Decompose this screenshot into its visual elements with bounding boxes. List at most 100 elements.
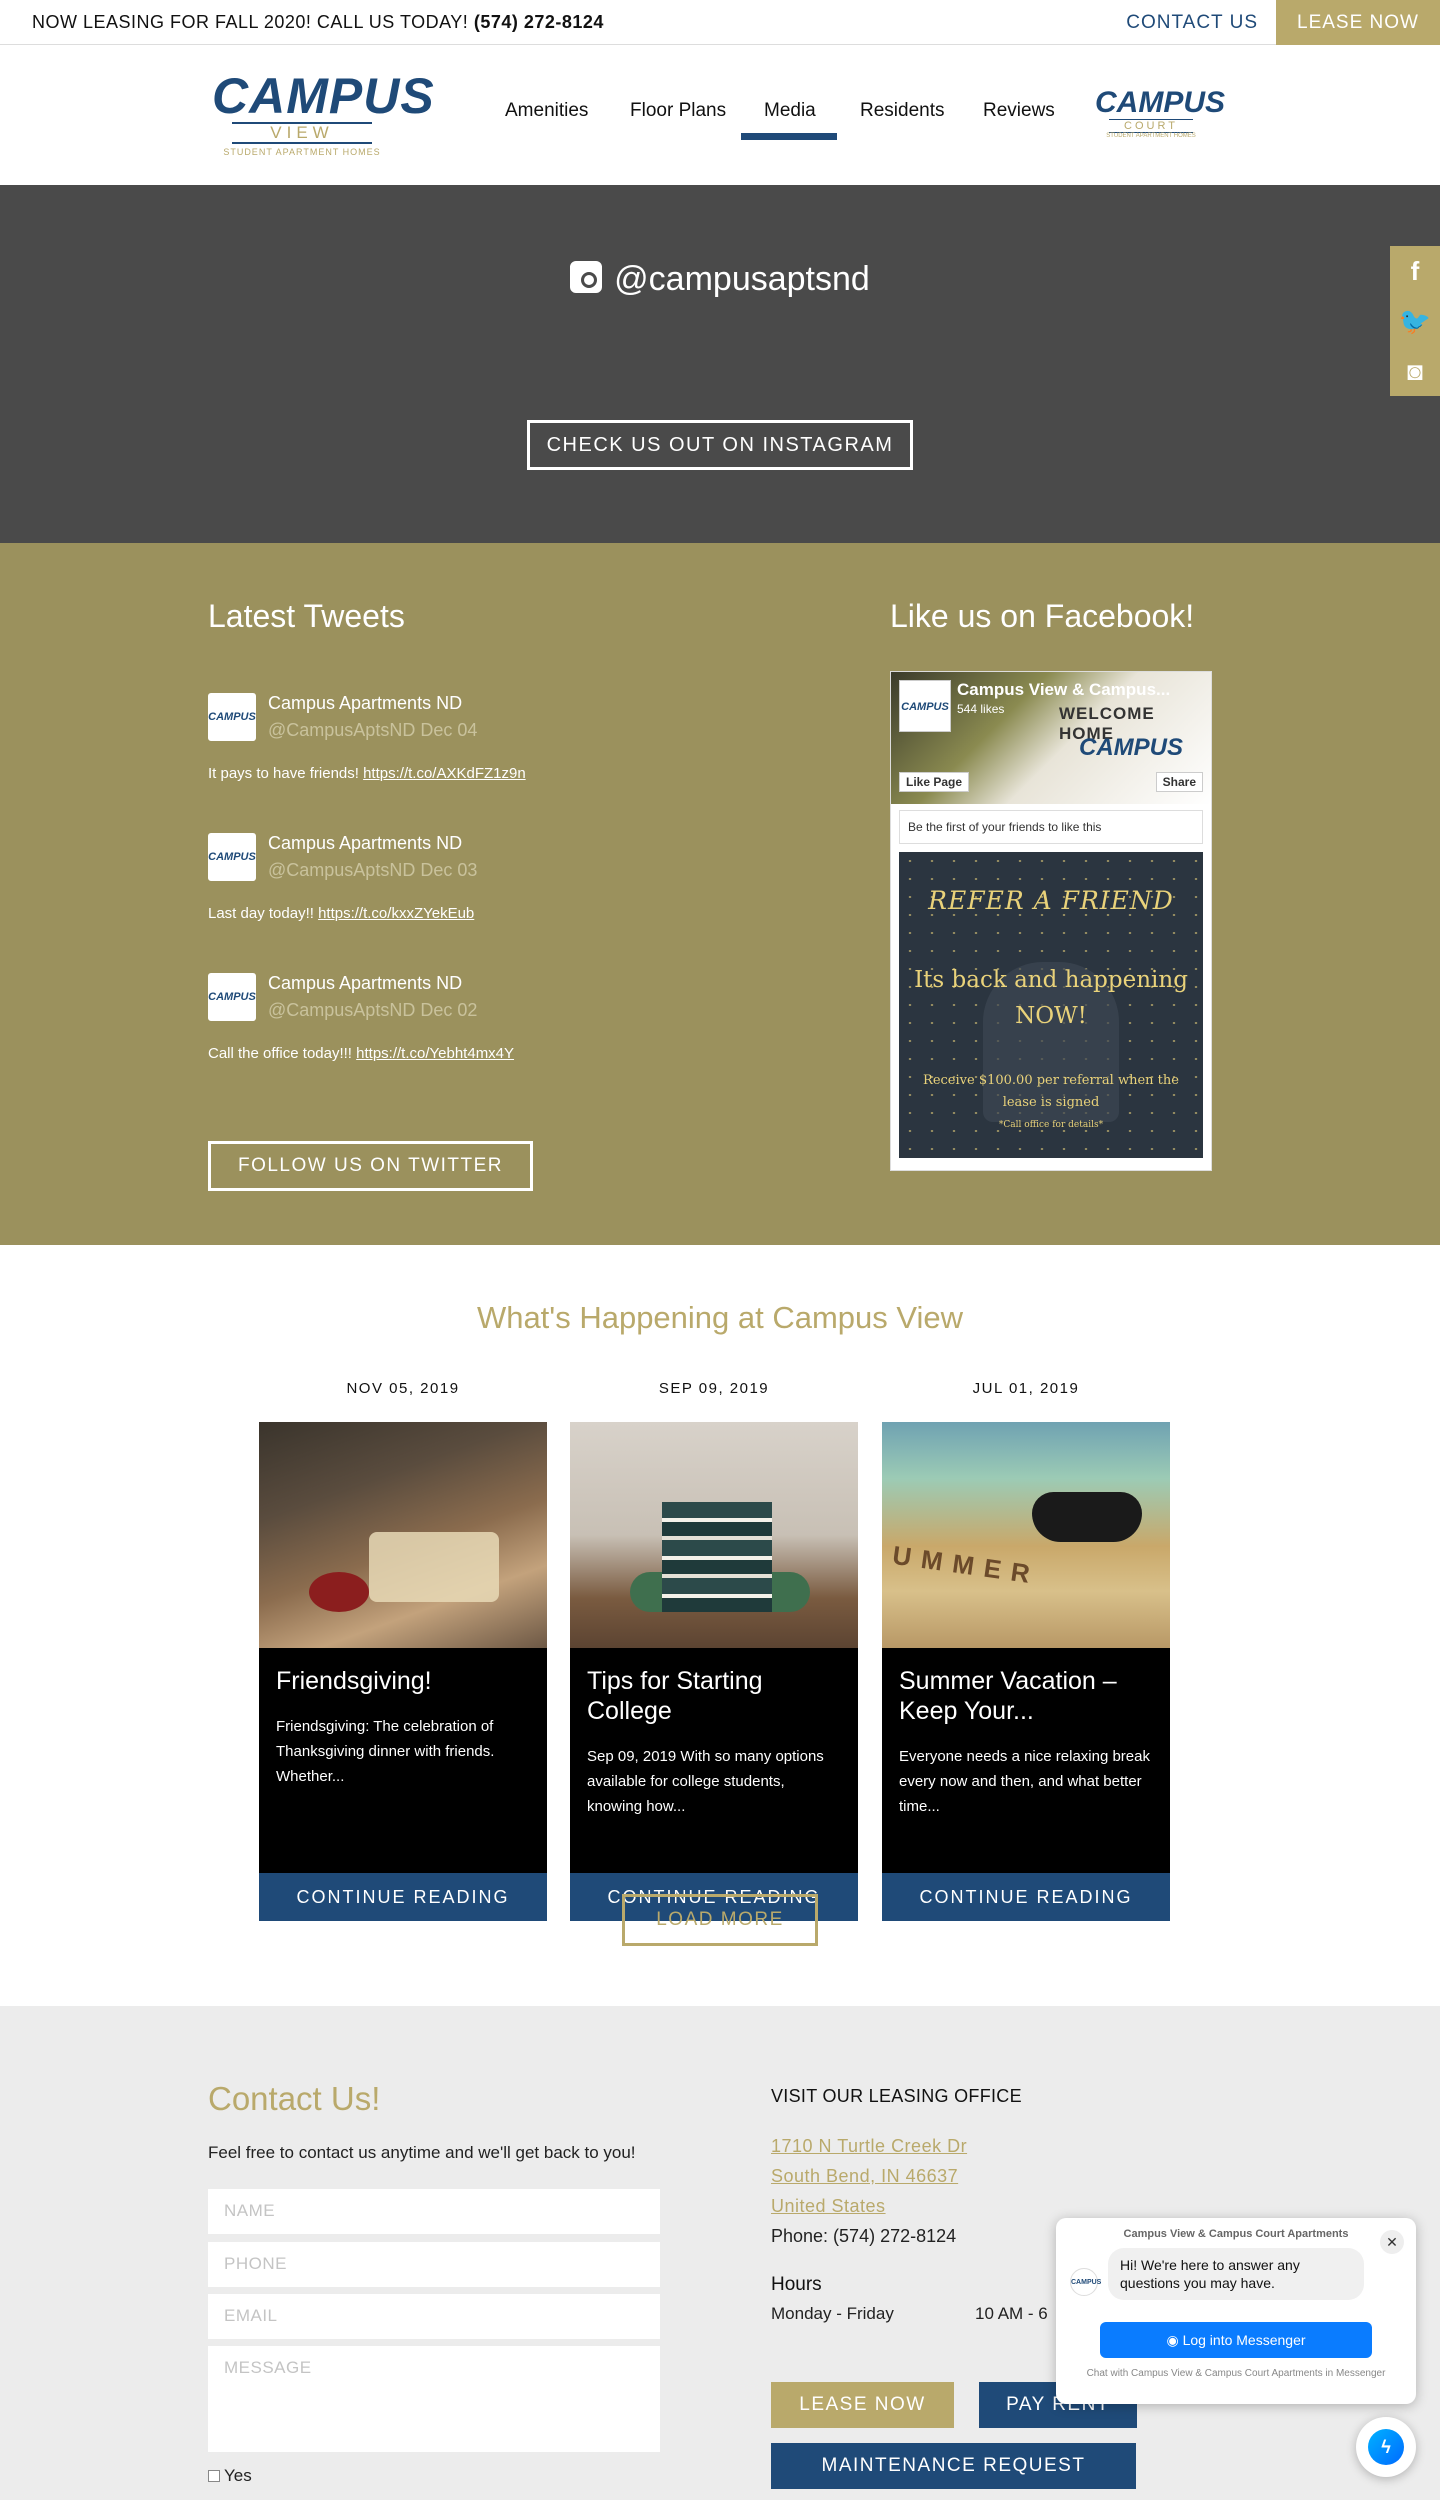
court-logo-word-campus: CAMPUS <box>1095 86 1226 119</box>
logo-tagline: STUDENT APARTMENT HOMES <box>223 147 381 157</box>
post-image[interactable] <box>259 1422 547 1648</box>
load-more-button[interactable]: LOAD MORE <box>622 1894 818 1946</box>
facebook-icon[interactable]: f <box>1390 246 1440 296</box>
tweet-link[interactable]: https://t.co/AXKdFZ1z9n <box>363 765 526 782</box>
nav-residents[interactable]: Residents <box>860 100 945 122</box>
tweet-body: Call the office today!!! <box>208 1045 352 1062</box>
post-title[interactable]: Summer Vacation – Keep Your... <box>899 1666 1153 1726</box>
messenger-icon: ◉ <box>1166 2332 1183 2348</box>
messenger-greeting: Hi! We're here to answer any questions y… <box>1108 2248 1364 2300</box>
tweet-avatar[interactable]: CAMPUS <box>208 973 256 1021</box>
office-heading: VISIT OUR LEASING OFFICE <box>771 2086 1022 2106</box>
facebook-title: Like us on Facebook! <box>890 598 1195 634</box>
email-input[interactable]: EMAIL <box>208 2294 660 2339</box>
tweet-avatar[interactable]: CAMPUS <box>208 833 256 881</box>
tweet-avatar[interactable]: CAMPUS <box>208 693 256 741</box>
post-excerpt: Sep 09, 2019 With so many options availa… <box>587 1748 824 1815</box>
post-note: *Call office for details* <box>998 1120 1104 1130</box>
contact-us-link[interactable]: CONTACT US <box>1126 12 1258 34</box>
book-stack <box>662 1502 772 1612</box>
facebook-likes-count: 544 likes <box>957 702 1005 716</box>
twitter-icon[interactable]: 🐦 <box>1390 296 1440 346</box>
post-date: NOV 05, 2019 <box>346 1380 460 1397</box>
post-body: Friendsgiving! Friendsgiving: The celebr… <box>259 1648 547 1873</box>
message-textarea[interactable]: MESSAGE <box>208 2346 660 2452</box>
messenger-icon: ϟ <box>1368 2429 1404 2465</box>
post-date: JUL 01, 2019 <box>972 1380 1080 1397</box>
facebook-share-button[interactable]: Share <box>1155 772 1203 792</box>
address-line[interactable]: South Bend, IN 46637 <box>771 2166 958 2187</box>
instagram-section: @campusaptsnd CHECK US OUT ON INSTAGRAM <box>0 185 1440 543</box>
name-input[interactable]: NAME <box>208 2189 660 2234</box>
post-body: Receive $100.00 per referral when the le… <box>923 1073 1179 1110</box>
logo-word-campus: CAMPUS <box>212 68 435 124</box>
post-body: Summer Vacation – Keep Your... Everyone … <box>882 1648 1170 1873</box>
instagram-handle-text: @campusaptsnd <box>614 260 870 298</box>
tweet-link[interactable]: https://t.co/Yebht4mx4Y <box>356 1045 514 1062</box>
post-image[interactable]: UMMER <box>882 1422 1170 1648</box>
continue-reading-button[interactable]: CONTINUE READING <box>882 1873 1170 1921</box>
maintenance-request-button[interactable]: MAINTENANCE REQUEST <box>771 2443 1136 2489</box>
social-feeds-section: Latest Tweets Like us on Facebook! CAMPU… <box>0 543 1440 1245</box>
instagram-icon <box>570 261 603 293</box>
facebook-page-avatar[interactable]: CAMPUS <box>899 680 951 732</box>
nav-media[interactable]: Media <box>764 100 816 122</box>
tweet-author[interactable]: Campus Apartments ND <box>268 833 462 854</box>
messenger-avatar: CAMPUS <box>1070 2268 1101 2296</box>
happenings-title: What's Happening at Campus View <box>476 1300 964 1335</box>
blog-post-card: SEP 09, 2019 Tips for Starting College S… <box>570 1380 858 1921</box>
messenger-title: Campus View & Campus Court Apartments <box>1123 2228 1349 2240</box>
announcement-phone[interactable]: (574) 272-8124 <box>474 12 604 32</box>
post-line-2: NOW! <box>1015 1003 1087 1029</box>
continue-reading-button[interactable]: CONTINUE READING <box>259 1873 547 1921</box>
post-excerpt: Everyone needs a nice relaxing break eve… <box>899 1748 1150 1815</box>
lease-now-button[interactable]: LEASE NOW <box>1276 0 1440 45</box>
phone-input[interactable]: PHONE <box>208 2242 660 2287</box>
tweet-body: Last day today!! <box>208 905 314 922</box>
messenger-login-button[interactable]: ◉ Log into Messenger <box>1100 2322 1372 2358</box>
post-title[interactable]: Tips for Starting College <box>587 1666 841 1726</box>
tweet-body: It pays to have friends! <box>208 765 359 782</box>
messenger-chat-button[interactable]: ϟ <box>1356 2417 1416 2477</box>
facebook-friends-text: Be the first of your friends to like thi… <box>899 810 1203 844</box>
hours-heading: Hours <box>771 2274 822 2295</box>
instagram-handle[interactable]: @campusaptsnd <box>0 260 1440 299</box>
nav-reviews[interactable]: Reviews <box>983 100 1055 122</box>
summer-letter-tiles: UMMER <box>890 1539 1042 1591</box>
address-line[interactable]: 1710 N Turtle Creek Dr <box>771 2136 967 2157</box>
instagram-icon[interactable]: ◙ <box>1390 346 1440 396</box>
instagram-button[interactable]: CHECK US OUT ON INSTAGRAM <box>527 420 913 470</box>
consent-label: Yes <box>224 2466 252 2485</box>
facebook-page-name[interactable]: Campus View & Campus... <box>957 680 1170 700</box>
nav-active-indicator <box>741 133 837 140</box>
post-image[interactable] <box>570 1422 858 1648</box>
post-body: Tips for Starting College Sep 09, 2019 W… <box>570 1648 858 1873</box>
post-date: SEP 09, 2019 <box>658 1380 770 1397</box>
contact-intro: Feel free to contact us anytime and we'l… <box>208 2143 636 2162</box>
facebook-like-button[interactable]: Like Page <box>899 772 970 792</box>
cranberry-bowl <box>309 1572 369 1612</box>
campus-view-logo[interactable]: CAMPUS VIEW STUDENT APARTMENT HOMES <box>212 68 435 160</box>
post-title[interactable]: Friendsgiving! <box>276 1666 530 1696</box>
facebook-post-image[interactable]: REFER A FRIEND Its back and happening NOW… <box>899 852 1203 1158</box>
tweet-text: Last day today!! https://t.co/kxxZYekEub <box>208 905 474 922</box>
tweet-author[interactable]: Campus Apartments ND <box>268 973 462 994</box>
tweet-author[interactable]: Campus Apartments ND <box>268 693 462 714</box>
logo-word-view: VIEW <box>232 122 372 144</box>
follow-twitter-button[interactable]: FOLLOW US ON TWITTER <box>208 1141 533 1191</box>
consent-checkbox[interactable] <box>208 2470 220 2482</box>
tweet-link[interactable]: https://t.co/kxxZYekEub <box>318 905 474 922</box>
post-excerpt: Friendsgiving: The celebration of Thanks… <box>276 1718 495 1785</box>
lease-now-button[interactable]: LEASE NOW <box>771 2382 954 2428</box>
hours-time: 10 AM - 6 <box>975 2304 1048 2323</box>
close-icon[interactable]: ✕ <box>1380 2230 1404 2254</box>
nav-floor-plans[interactable]: Floor Plans <box>630 100 726 122</box>
consent-checkbox-row: Yes <box>208 2466 252 2486</box>
tweet-text: Call the office today!!! https://t.co/Ye… <box>208 1045 514 1062</box>
nav-amenities[interactable]: Amenities <box>505 100 588 122</box>
blog-post-card: NOV 05, 2019 Friendsgiving! Friendsgivin… <box>259 1380 547 1921</box>
post-headline: REFER A FRIEND <box>928 886 1174 915</box>
post-line: Its back and happening NOW! <box>899 962 1203 1034</box>
address-line[interactable]: United States <box>771 2196 886 2217</box>
campus-court-logo[interactable]: CAMPUS COURT STUDENT APARTMENT HOMES <box>1095 86 1226 147</box>
